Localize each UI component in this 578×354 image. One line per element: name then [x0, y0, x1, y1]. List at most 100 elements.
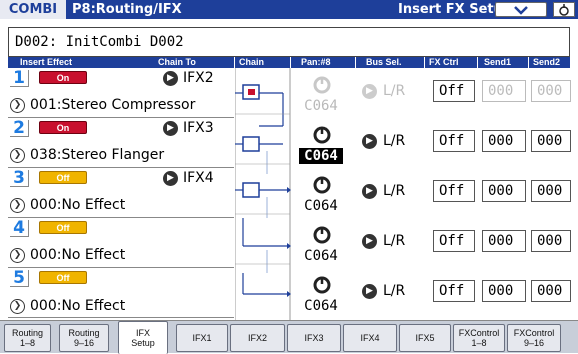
tab-ifx5[interactable]: IFX5 — [399, 324, 451, 352]
pan-value[interactable]: C064 — [299, 298, 343, 314]
pan-knob-icon[interactable] — [313, 76, 331, 94]
send1-field[interactable]: 000 — [482, 230, 526, 252]
bus-select-value: L/R — [383, 283, 406, 299]
chain-to-selector[interactable]: ▶ IFX4 — [163, 169, 214, 187]
tab-ifx1[interactable]: IFX1 — [176, 324, 228, 352]
page-title: P8:Routing/IFX — [72, 2, 182, 17]
page-menu-button[interactable] — [495, 2, 547, 17]
pan-value[interactable]: C064 — [299, 248, 343, 264]
fx-ctrl-field[interactable]: Off — [433, 80, 475, 102]
send1-field[interactable]: 000 — [482, 180, 526, 202]
arrow-right-icon: ▶ — [362, 283, 377, 299]
ifx-number: 2 — [10, 120, 29, 137]
bus-select-value: L/R — [383, 233, 406, 249]
ifx-row-4: 4 Off ❯ 000:No Effect — [8, 218, 234, 268]
send2-field[interactable]: 000 — [531, 280, 571, 302]
chain-to-selector[interactable]: ▶ IFX3 — [163, 119, 214, 137]
effect-type-name: 000:No Effect — [30, 298, 126, 314]
tab-routing-9-16[interactable]: Routing 9–16 — [59, 324, 109, 352]
tab-fxcontrol-1-8[interactable]: FXControl 1–8 — [453, 324, 505, 352]
chain-box-4 — [242, 218, 291, 273]
arrow-right-icon: ❯ — [10, 298, 25, 314]
bus-select[interactable]: ▶ L/R — [362, 132, 405, 150]
tab-ifx-setup[interactable]: IFX Setup — [118, 321, 168, 354]
pan-knob-icon[interactable] — [313, 276, 331, 294]
chain-to-selector[interactable]: ▶ IFX2 — [163, 69, 214, 87]
effect-type-selector[interactable]: ❯ 000:No Effect — [8, 195, 125, 215]
arrow-right-icon: ▶ — [163, 120, 178, 136]
tab-fxcontrol-9-16[interactable]: FXControl 9–16 — [507, 324, 561, 352]
effect-type-selector[interactable]: ❯ 001:Stereo Compressor — [8, 95, 195, 115]
pan-value[interactable]: C064 — [299, 198, 343, 214]
header-pan: Pan:#8 — [291, 57, 355, 68]
bus-select-value: L/R — [383, 83, 406, 99]
send1-field[interactable]: 000 — [482, 280, 526, 302]
send2-field[interactable]: 000 — [531, 130, 571, 152]
chevron-down-icon — [514, 5, 528, 15]
chain-box-2 — [235, 136, 283, 174]
arrow-right-icon: ❯ — [10, 97, 25, 113]
ifx-on-off-button[interactable]: On — [39, 121, 87, 134]
header-bus-sel: Bus Sel. — [356, 57, 424, 68]
chain-box-3 — [235, 182, 291, 218]
tab-ifx4[interactable]: IFX4 — [343, 324, 397, 352]
effect-type-name: 000:No Effect — [30, 197, 126, 213]
send1-field[interactable]: 000 — [482, 130, 526, 152]
send2-field[interactable]: 000 — [531, 80, 571, 102]
send2-field[interactable]: 000 — [531, 230, 571, 252]
ifx-on-off-button[interactable]: On — [39, 71, 87, 84]
arrow-right-icon: ▶ — [163, 70, 178, 86]
effect-type-name: 000:No Effect — [30, 247, 126, 263]
effect-type-selector[interactable]: ❯ 000:No Effect — [8, 245, 125, 265]
ifx-number: 5 — [10, 270, 29, 287]
effect-type-selector[interactable]: ❯ 038:Stereo Flanger — [8, 145, 164, 165]
chain-box-1 — [235, 84, 284, 127]
ifx-on-off-button[interactable]: Off — [39, 271, 87, 284]
send1-field[interactable]: 000 — [482, 80, 526, 102]
mode-label: COMBI — [0, 0, 66, 19]
bus-select-value: L/R — [383, 133, 406, 149]
arrow-right-icon: ❯ — [10, 197, 25, 213]
pan-value[interactable]: C064 — [299, 148, 343, 164]
effect-type-selector[interactable]: ❯ 000:No Effect — [8, 296, 125, 316]
send2-field[interactable]: 000 — [531, 180, 571, 202]
header-send2: Send2 — [529, 57, 570, 68]
chain-to-value: IFX4 — [183, 170, 214, 186]
ifx-row-1: 1 On ▶ IFX2 ❯ 001:Stereo Compressor — [8, 68, 234, 118]
fx-ctrl-field[interactable]: Off — [433, 230, 475, 252]
header-insert-effect: Insert Effect Chain To — [8, 57, 234, 68]
arrow-right-icon: ▶ — [362, 83, 377, 99]
pan-value[interactable]: C064 — [299, 98, 343, 114]
fx-ctrl-field[interactable]: Off — [433, 280, 475, 302]
bus-select[interactable]: ▶ L/R — [362, 182, 405, 200]
ifx-row-3: 3 Off ▶ IFX4 ❯ 000:No Effect — [8, 168, 234, 218]
header-send1: Send1 — [478, 57, 528, 68]
arrow-right-icon: ▶ — [362, 233, 377, 249]
tab-routing-1-8[interactable]: Routing 1–8 — [4, 324, 51, 352]
effect-type-name: 001:Stereo Compressor — [30, 97, 196, 113]
ifx-on-off-button[interactable]: Off — [39, 171, 87, 184]
pan-knob-icon[interactable] — [313, 176, 331, 194]
fx-ctrl-field[interactable]: Off — [433, 130, 475, 152]
pan-knob-icon[interactable] — [313, 226, 331, 244]
bus-select[interactable]: ▶ L/R — [362, 82, 405, 100]
arrow-right-icon: ❯ — [10, 147, 25, 163]
ifx-number: 4 — [10, 220, 29, 237]
ifx-on-off-button[interactable]: Off — [39, 221, 87, 234]
combi-name-field[interactable]: D002: InitCombi D002 — [8, 27, 570, 57]
arrow-right-icon: ❯ — [10, 247, 25, 263]
chain-routing-diagram — [235, 68, 291, 320]
combi-name: D002: InitCombi D002 — [15, 34, 184, 50]
pan-knob-icon[interactable] — [313, 126, 331, 144]
lock-button[interactable] — [553, 2, 575, 17]
ifx-row-5: 5 Off ❯ 000:No Effect — [8, 268, 234, 318]
chain-to-value: IFX2 — [183, 70, 214, 86]
page-tab-bar: Routing 1–8 Routing 9–16 IFX Setup IFX1 … — [0, 320, 578, 354]
bus-select[interactable]: ▶ L/R — [362, 232, 405, 250]
bus-select[interactable]: ▶ L/R — [362, 282, 405, 300]
header-fx-ctrl: FX Ctrl — [425, 57, 477, 68]
tab-ifx3[interactable]: IFX3 — [287, 324, 341, 352]
tab-ifx2[interactable]: IFX2 — [230, 324, 285, 352]
arrow-right-icon: ▶ — [362, 133, 377, 149]
fx-ctrl-field[interactable]: Off — [433, 180, 475, 202]
